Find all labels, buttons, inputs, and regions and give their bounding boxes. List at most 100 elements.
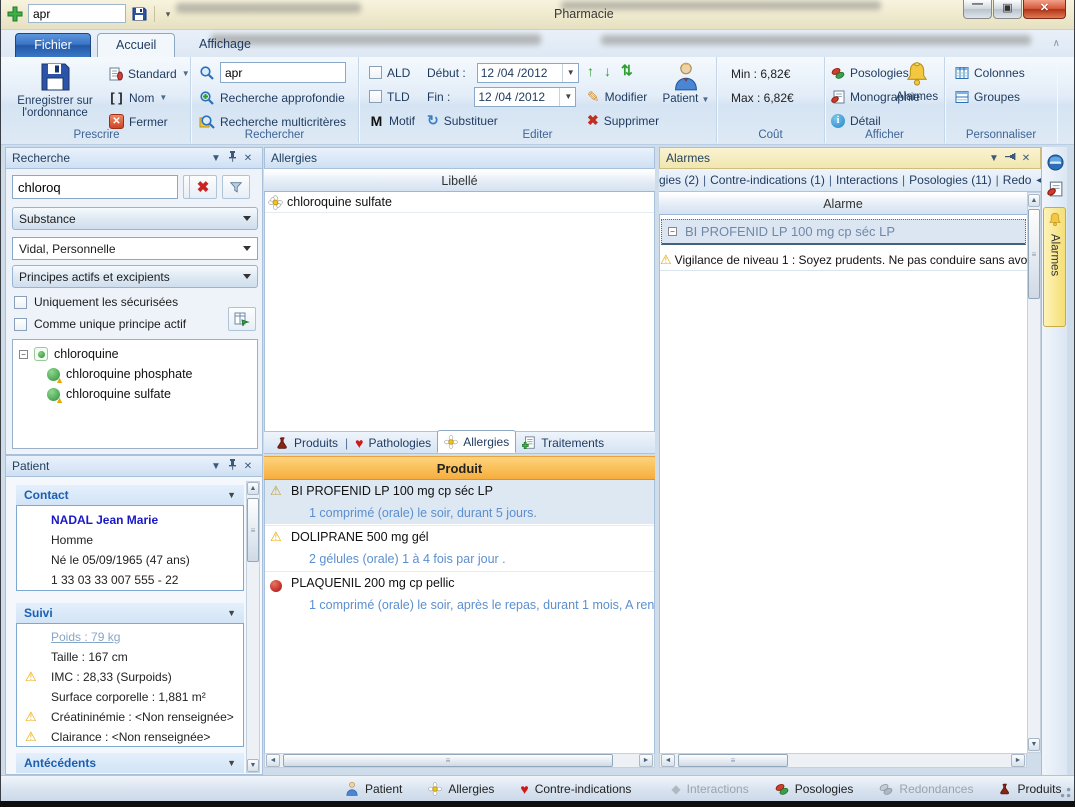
alarm-group-row[interactable]: − BI PROFENID LP 100 mg cp séc LP (661, 219, 1026, 245)
modifier-button[interactable]: ✎ Modifier (587, 86, 647, 107)
alarm-hscrollbar[interactable]: ◄ ≡ ► (659, 753, 1027, 768)
scrollbar-thumb[interactable]: ≡ (1028, 209, 1040, 299)
minimize-button[interactable]: — (963, 0, 992, 19)
nom-button[interactable]: [ ] Nom▼ (109, 87, 167, 108)
tab-produits[interactable]: Produits (270, 432, 344, 454)
tab-interactions[interactable]: Interactions (836, 173, 898, 187)
fin-date-input[interactable]: 12 /04 /2012▼ (474, 87, 576, 107)
status-patient[interactable]: Patient (345, 781, 402, 796)
pin-icon[interactable] (224, 151, 240, 165)
collapse-ribbon-icon[interactable]: ∧ (1053, 38, 1060, 49)
panel-menu-icon[interactable]: ▼ (208, 153, 224, 164)
customize-toolbar-icon[interactable]: ▾ (162, 10, 174, 18)
tab-fichier[interactable]: Fichier (15, 33, 91, 57)
close-panel-icon[interactable]: ✕ (240, 153, 256, 164)
tab-accueil[interactable]: Accueil (97, 33, 175, 57)
recherche-approfondie-button[interactable]: Recherche approfondie (199, 87, 345, 108)
tree-item-root[interactable]: − chloroquine (19, 344, 257, 364)
tree-item-child[interactable]: ▲ chloroquine phosphate (47, 364, 257, 384)
motif-button[interactable]: MMotif (369, 110, 415, 131)
suivi-section-header[interactable]: Suivi▼ (16, 603, 244, 623)
unique-principe-checkbox[interactable]: Comme unique principe actif (14, 317, 186, 331)
produit-column-header[interactable]: Produit (264, 456, 655, 480)
principes-combo[interactable]: Principes actifs et excipients (12, 265, 258, 288)
alarmes-button[interactable]: Alarmes (889, 60, 945, 103)
patient-button[interactable]: Patient ▼ (659, 60, 713, 105)
panel-menu-icon[interactable]: ▼ (986, 153, 1002, 164)
alarme-column-header[interactable]: Alarme (659, 192, 1027, 215)
status-posologies[interactable]: Posologies (775, 782, 854, 796)
status-produits[interactable]: Produits (999, 782, 1061, 796)
pin-icon[interactable] (224, 459, 240, 473)
move-up-icon[interactable]: ↑ (587, 63, 594, 79)
tab-allergies-count[interactable]: gies (2) (659, 173, 699, 187)
quick-search-input[interactable] (28, 4, 126, 23)
tld-checkbox[interactable]: TLD (369, 86, 410, 107)
libelle-column-header[interactable]: Libellé (264, 169, 655, 192)
collapse-icon[interactable]: − (668, 227, 677, 236)
scrollbar-thumb[interactable]: ≡ (283, 754, 613, 767)
save-icon[interactable] (131, 6, 147, 22)
maximize-button[interactable]: ▣ (993, 0, 1022, 19)
securisees-checkbox[interactable]: Uniquement les sécurisées (14, 295, 178, 309)
scroll-right-icon[interactable]: ► (639, 754, 653, 767)
move-both-icon[interactable]: ⇅ (621, 62, 633, 79)
close-button[interactable]: ✕ (1023, 0, 1066, 19)
scroll-left-icon[interactable]: ◄ (661, 754, 675, 767)
filter-button[interactable] (222, 175, 250, 199)
clear-search-button[interactable]: ✖ (189, 175, 217, 199)
move-down-icon[interactable]: ↓ (604, 63, 611, 79)
tab-redondances[interactable]: Redo (1003, 173, 1032, 187)
status-allergies[interactable]: Allergies (428, 782, 494, 796)
alarmes-dock-tab[interactable]: Alarmes (1043, 207, 1066, 327)
substance-search-input[interactable] (12, 175, 178, 199)
monograph-tab-icon[interactable] (1044, 177, 1066, 201)
scroll-up-icon[interactable]: ▲ (247, 482, 259, 495)
collapse-icon[interactable]: − (19, 350, 28, 359)
substituer-button[interactable]: ↻ Substituer (427, 110, 498, 131)
colonnes-button[interactable]: Colonnes (955, 62, 1025, 83)
patient-scrollbar[interactable]: ▲ ≡ ▼ (246, 481, 260, 773)
save-prescription-button[interactable]: Enregistrer sur l'ordonnance (7, 60, 103, 119)
close-panel-icon[interactable]: ✕ (1018, 153, 1034, 164)
tab-contre-indications-count[interactable]: Contre-indications (1) (710, 173, 825, 187)
debut-date-input[interactable]: 12 /04 /2012▼ (477, 63, 579, 83)
product-row-selected[interactable]: ⚠BI PROFENID LP 100 mg cp séc LP 1 compr… (265, 480, 654, 524)
tree-item-child[interactable]: ▲ chloroquine sulfate (47, 384, 257, 404)
source-combo[interactable]: Vidal, Personnelle (12, 237, 258, 260)
middle-hscrollbar[interactable]: ◄ ≡ ► (264, 753, 655, 768)
scroll-right-icon[interactable]: ► (1011, 754, 1025, 767)
supprimer-button[interactable]: ✖ Supprimer (587, 110, 659, 131)
pin-horizontal-icon[interactable] (1002, 152, 1018, 164)
scrollbar-thumb[interactable]: ≡ (678, 754, 788, 767)
tab-posologies-count[interactable]: Posologies (11) (909, 173, 992, 187)
close-panel-icon[interactable]: ✕ (240, 461, 256, 472)
alarm-vscrollbar[interactable]: ▲ ≡ ▼ (1027, 192, 1041, 753)
panel-menu-icon[interactable]: ▼ (208, 461, 224, 472)
scroll-down-icon[interactable]: ▼ (247, 759, 259, 772)
patient-weight-link[interactable]: Poids : 79 kg (17, 627, 243, 647)
tab-allergies[interactable]: Allergies (437, 430, 516, 453)
scroll-left-icon[interactable]: ◄ (266, 754, 280, 767)
tab-pathologies[interactable]: ♥ Pathologies (349, 432, 437, 454)
groupes-button[interactable]: Groupes (955, 86, 1020, 107)
search-type-combo[interactable]: Substance (12, 207, 258, 230)
status-contre-indications[interactable]: ♥ Contre-indications (520, 781, 631, 797)
ald-checkbox[interactable]: ALD (369, 62, 410, 83)
export-list-button[interactable] (228, 307, 256, 331)
scroll-down-icon[interactable]: ▼ (1028, 738, 1040, 751)
ribbon-search-input[interactable] (220, 62, 346, 83)
product-row[interactable]: ⚠DOLIPRANE 500 mg gél 2 gélules (orale) … (265, 525, 654, 570)
detail-button[interactable]: i Détail (831, 110, 881, 131)
search-icon[interactable] (199, 65, 215, 81)
tab-traitements[interactable]: Traitements (516, 432, 610, 454)
add-icon[interactable] (7, 6, 23, 22)
contact-section-header[interactable]: Contact▼ (16, 485, 244, 505)
date-dropdown-icon[interactable]: ▼ (559, 88, 572, 106)
standard-button[interactable]: Standard▼ (109, 63, 190, 84)
status-interactions[interactable]: ◆ Interactions (671, 782, 748, 796)
resize-grip[interactable] (1059, 786, 1071, 798)
scrollbar-thumb[interactable]: ≡ (247, 498, 259, 562)
tab-affichage[interactable]: Affichage (181, 33, 269, 57)
allergy-row[interactable]: chloroquine sulfate (265, 192, 654, 213)
